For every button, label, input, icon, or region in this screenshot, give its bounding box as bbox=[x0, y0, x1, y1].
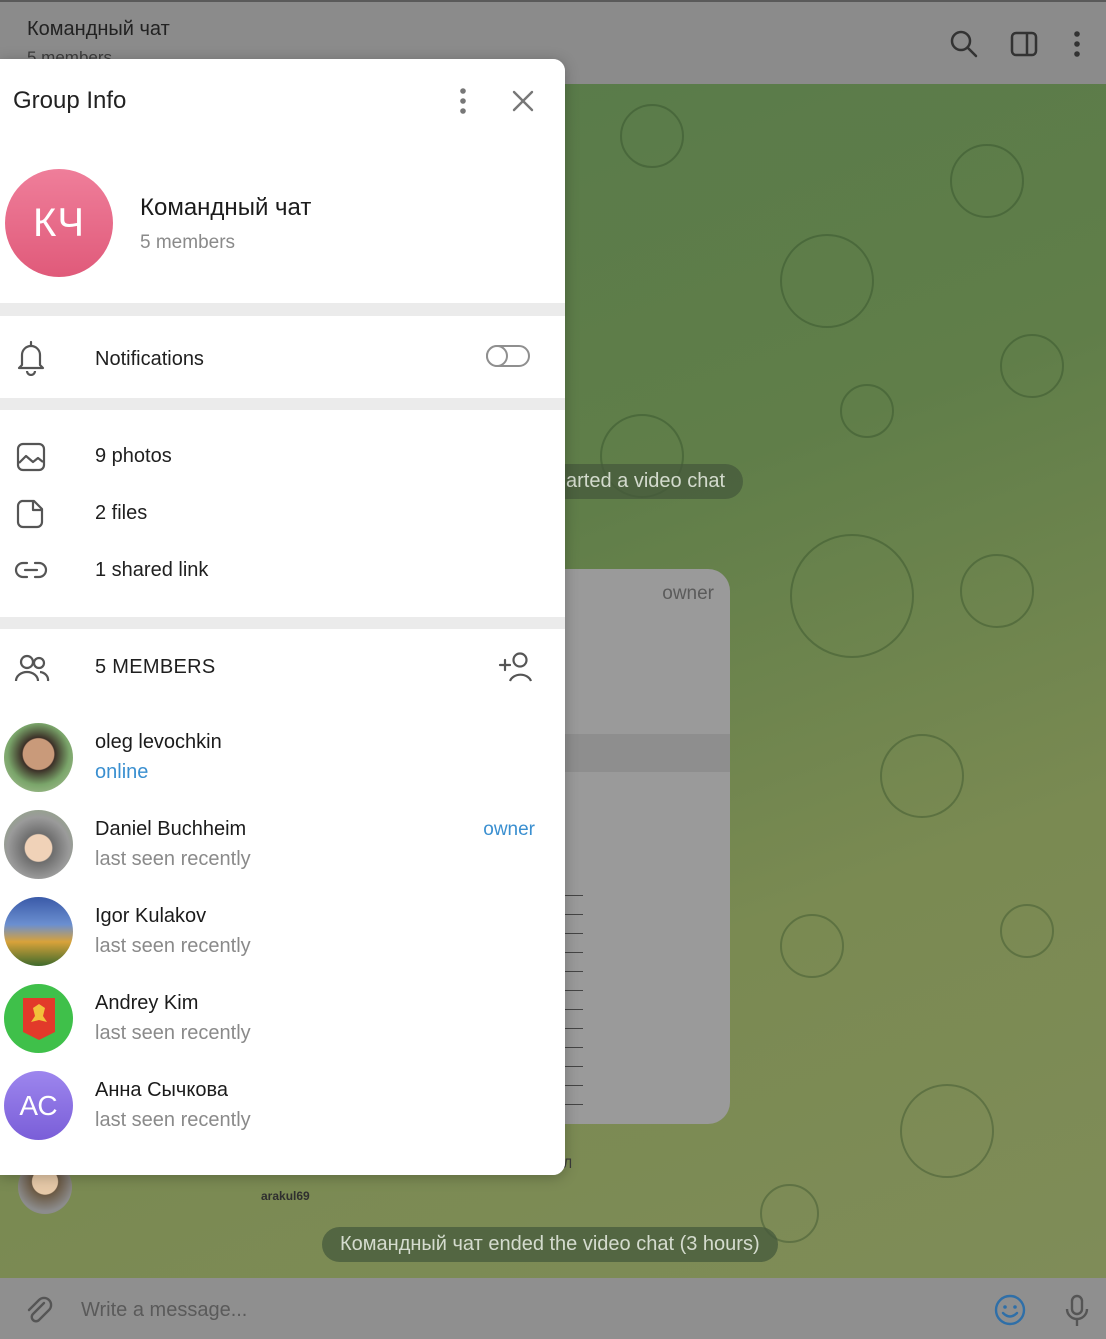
group-avatar[interactable]: КЧ bbox=[5, 169, 113, 277]
member-avatar bbox=[4, 723, 73, 792]
member-avatar bbox=[4, 984, 73, 1053]
media-links[interactable]: 1 shared link bbox=[95, 559, 208, 582]
members-section: 5 MEMBERS oleg levochkin online Daniel B… bbox=[0, 629, 565, 1175]
member-status: last seen recently bbox=[95, 1109, 251, 1131]
member-name: Daniel Buchheim bbox=[95, 818, 247, 840]
owner-badge: owner bbox=[483, 819, 535, 840]
service-message-ended: Командный чат ended the video chat (3 ho… bbox=[322, 1227, 778, 1262]
photo-icon bbox=[16, 442, 46, 472]
emoji-icon[interactable] bbox=[993, 1293, 1027, 1327]
close-icon[interactable] bbox=[509, 87, 537, 115]
message-composer: Write a message... bbox=[0, 1278, 1106, 1339]
add-member-icon[interactable] bbox=[498, 650, 536, 684]
flag-emblem-icon bbox=[22, 997, 55, 1040]
group-member-count: 5 members bbox=[140, 232, 236, 253]
member-name: oleg levochkin bbox=[95, 731, 222, 753]
toggle-knob bbox=[486, 345, 508, 367]
member-name: Анна Сычкова bbox=[95, 1079, 228, 1101]
members-header: 5 MEMBERS bbox=[95, 656, 216, 678]
message-input[interactable]: Write a message... bbox=[81, 1299, 247, 1322]
notifications-section[interactable]: Notifications bbox=[0, 316, 565, 398]
notifications-toggle[interactable] bbox=[486, 345, 530, 367]
more-vertical-icon[interactable] bbox=[1061, 28, 1093, 60]
file-icon bbox=[16, 499, 44, 529]
bubble-lines bbox=[565, 895, 583, 1123]
member-status: last seen recently bbox=[95, 1022, 251, 1044]
members-icon bbox=[14, 654, 50, 682]
member-status: last seen recently bbox=[95, 935, 251, 957]
member-avatar bbox=[4, 897, 73, 966]
bubble-owner-tag: owner bbox=[662, 583, 714, 604]
shared-media-section: 9 photos 2 files 1 shared link bbox=[0, 410, 565, 617]
panel-title: Group Info bbox=[13, 87, 127, 114]
search-icon[interactable] bbox=[948, 28, 980, 60]
media-photos[interactable]: 9 photos bbox=[95, 445, 172, 468]
member-status: last seen recently bbox=[95, 848, 251, 870]
attach-icon[interactable] bbox=[22, 1294, 56, 1328]
service-message-started: arted a video chat bbox=[548, 464, 743, 499]
bell-icon bbox=[17, 340, 45, 376]
member-name: Igor Kulakov bbox=[95, 905, 207, 927]
media-files[interactable]: 2 files bbox=[95, 502, 147, 525]
group-info-panel: Group Info КЧ Командный чат 5 members No… bbox=[0, 59, 565, 1175]
group-name: Командный чат bbox=[140, 194, 312, 221]
link-icon bbox=[14, 561, 48, 579]
profile-section: Group Info КЧ Командный чат 5 members bbox=[0, 59, 565, 303]
bubble-sender: arakul69 bbox=[261, 1189, 310, 1203]
member-status: online bbox=[95, 761, 149, 783]
chat-title[interactable]: Командный чат bbox=[27, 18, 170, 41]
microphone-icon[interactable] bbox=[1062, 1293, 1092, 1329]
member-name: Andrey Kim bbox=[95, 992, 199, 1014]
member-avatar: АС bbox=[4, 1071, 73, 1140]
more-vertical-icon[interactable] bbox=[449, 86, 477, 116]
member-avatar bbox=[4, 810, 73, 879]
notifications-label: Notifications bbox=[95, 348, 204, 370]
sidebar-toggle-icon[interactable] bbox=[1008, 28, 1040, 60]
